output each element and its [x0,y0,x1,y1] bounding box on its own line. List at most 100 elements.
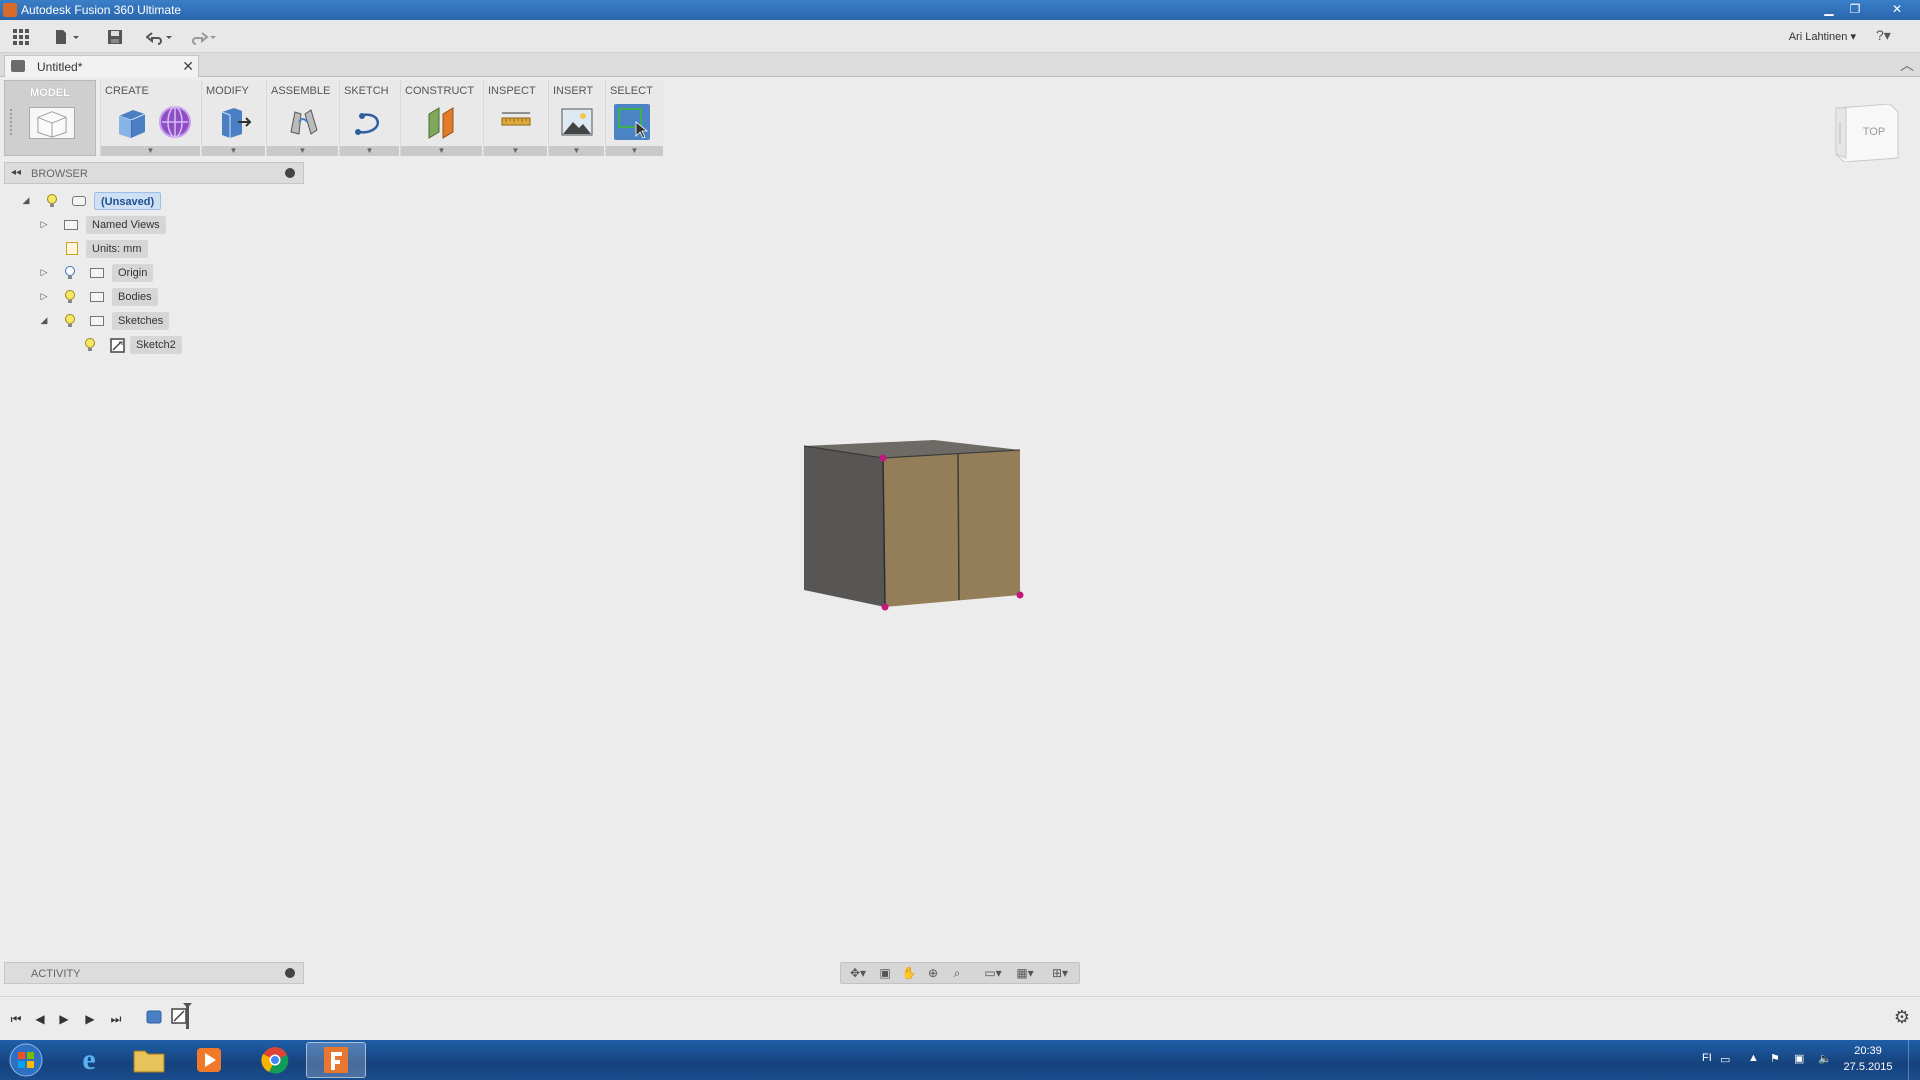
step-forward-icon: ▶ [85,1012,95,1026]
tree-label-root: (Unsaved) [94,192,162,210]
display-settings-icon: ▭▾ [984,966,1002,980]
timeline-settings-gear-icon[interactable]: ⚙ [1894,1007,1910,1028]
modify-panel-label: MODIFY [206,85,249,97]
step-back-button[interactable]: ◀ [30,1009,50,1029]
grip-handle [10,109,13,135]
minimize-button[interactable]: ▁ [1816,0,1842,18]
redo-button[interactable] [188,26,222,48]
offset-plane-icon[interactable] [423,104,459,140]
action-center-flag-icon[interactable]: ⚑ [1770,1052,1780,1065]
select-dropdown[interactable]: ▼ [606,146,663,156]
vertex-point[interactable] [879,454,887,462]
pan-button[interactable]: ✋ [899,965,919,982]
taskbar-file-explorer[interactable] [120,1042,178,1078]
folder-icon [90,316,104,326]
box-front-face[interactable] [883,450,1020,607]
extrude-icon[interactable] [113,104,149,140]
pin-icon[interactable] [285,168,295,178]
lightbulb-icon[interactable] [64,314,76,328]
go-to-start-button[interactable]: ⏮ [6,1009,26,1029]
insert-image-icon[interactable] [559,104,595,140]
taskbar-chrome[interactable] [246,1042,304,1078]
app-grid-button[interactable] [8,26,34,48]
user-account-menu[interactable]: Ari Lahtinen ▾ [1789,30,1856,43]
file-menu-button[interactable] [50,26,84,48]
activity-panel-header[interactable]: ACTIVITY [4,962,304,984]
fit-button[interactable]: ⌕ [947,965,967,982]
document-tab[interactable]: Untitled* ✕ [4,55,199,77]
inspect-dropdown[interactable]: ▼ [484,146,547,156]
viewports-button[interactable]: ⊞▾ [1045,965,1075,982]
display-settings-button[interactable]: ▭▾ [979,965,1007,982]
construct-dropdown[interactable]: ▼ [401,146,482,156]
browser-panel-header[interactable]: ◂◂ BROWSER [4,162,304,184]
lightbulb-off-icon[interactable] [64,266,76,280]
joint-icon[interactable] [285,104,321,140]
construct-panel: CONSTRUCT ▼ [400,80,482,156]
expand-triangle-icon[interactable]: ▷ [38,267,50,278]
box-left-face[interactable] [804,446,885,607]
lightbulb-icon[interactable] [64,290,76,304]
modify-dropdown[interactable]: ▼ [202,146,265,156]
assemble-dropdown[interactable]: ▼ [267,146,338,156]
timeline-sketch-feature[interactable] [170,1001,196,1031]
save-button[interactable] [104,26,126,48]
lightbulb-icon[interactable] [84,338,96,352]
play-button[interactable]: ▶ [54,1009,74,1029]
sketch-dropdown[interactable]: ▼ [340,146,399,156]
clock-time: 20:39 [1854,1045,1882,1057]
step-forward-button[interactable]: ▶ [80,1009,100,1029]
keyboard-icon[interactable]: ▭ [1720,1053,1730,1066]
timeline-extrude-feature[interactable] [144,1007,164,1027]
undo-button[interactable] [144,26,178,48]
system-clock[interactable]: 20:39 27.5.2015 [1838,1043,1898,1075]
select-icon[interactable] [614,104,650,140]
volume-icon[interactable]: 🔈 [1818,1052,1832,1065]
vertex-point[interactable] [881,603,889,611]
go-to-end-button[interactable]: ⏭ [106,1009,126,1029]
network-icon[interactable]: ▣ [1794,1052,1804,1065]
file-icon [56,30,79,44]
vertex-point[interactable] [1016,591,1024,599]
3d-box-model[interactable] [790,430,1030,620]
expand-triangle-icon[interactable]: ▷ [38,291,50,302]
workspace-switcher[interactable]: MODEL [4,80,96,156]
sketch-line-icon[interactable] [352,104,388,140]
measure-icon[interactable] [498,104,534,140]
collapse-ribbon-icon[interactable]: ︿ [1900,55,1914,75]
lightbulb-icon[interactable] [46,194,58,208]
form-icon[interactable] [157,104,193,140]
grid-settings-button[interactable]: ▦▾ [1011,965,1039,982]
viewports-icon: ⊞▾ [1051,966,1069,980]
pin-icon[interactable] [285,968,295,978]
zoom-button[interactable]: ⊕ [923,965,943,982]
viewcube[interactable]: TOP [1830,104,1902,162]
create-panel: CREATE ▼ [100,80,200,156]
press-pull-icon[interactable] [216,104,252,140]
close-window-button[interactable]: ✕ [1880,0,1914,18]
taskbar-internet-explorer[interactable]: e [60,1042,118,1078]
windows-taskbar: e FI ▭ ▲ ⚑ ▣ 🔈 20:39 27.5.2015 [0,1040,1920,1080]
restore-button[interactable]: ❐ [1842,0,1868,18]
zoom-fit-icon: ⌕ [953,966,961,980]
create-dropdown[interactable]: ▼ [101,146,200,156]
collapse-browser-icon[interactable]: ◂◂ [11,167,21,178]
step-back-icon: ◀ [35,1012,45,1026]
taskbar-media-player[interactable] [180,1042,238,1078]
tree-label-origin: Origin [112,264,154,282]
collapse-triangle-icon[interactable]: ◢ [38,315,50,326]
orbit-button[interactable]: ✥▾ [845,965,871,982]
language-indicator[interactable]: FI [1702,1052,1712,1064]
expand-triangle-icon[interactable]: ▷ [38,219,50,230]
help-menu-button[interactable]: ?▾ [1876,27,1906,47]
taskbar-fusion-360[interactable] [306,1042,366,1078]
show-desktop-button[interactable] [1908,1040,1920,1080]
show-hidden-icons[interactable]: ▲ [1748,1052,1759,1064]
insert-dropdown[interactable]: ▼ [549,146,604,156]
collapse-triangle-icon[interactable]: ◢ [20,195,32,206]
sketch-line[interactable] [957,452,960,601]
close-tab-icon[interactable]: ✕ [182,58,194,75]
look-at-button[interactable]: ▣ [875,965,895,982]
start-button[interactable] [0,1042,52,1078]
document-tab-bar: Untitled* ✕ ︿ [0,53,1920,77]
